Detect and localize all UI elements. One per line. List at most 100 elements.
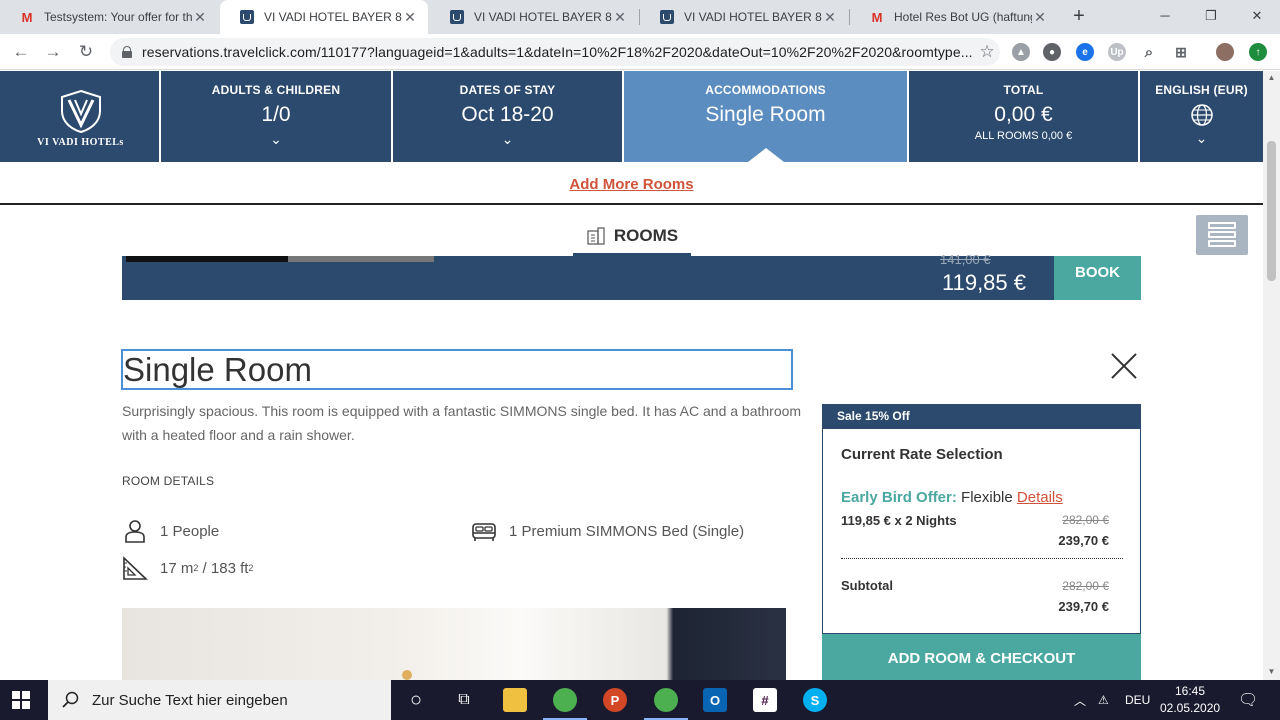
browser-toolbar: ← → ↻ reservations.travelclick.com/11017… bbox=[0, 34, 1280, 70]
network-icon[interactable]: ⚠ bbox=[1098, 680, 1109, 720]
hotel-favicon-icon bbox=[450, 10, 464, 24]
browser-tab[interactable]: M Hotel Res Bot UG (haftungs ✕ bbox=[850, 0, 1058, 34]
close-icon[interactable] bbox=[1110, 352, 1138, 380]
extension-icon[interactable]: Up bbox=[1108, 43, 1126, 61]
slack-icon[interactable]: # bbox=[753, 688, 777, 712]
page-scrollbar[interactable]: ▲ ▼ bbox=[1263, 71, 1280, 680]
logo-text: VI VADI HOTELs bbox=[37, 137, 124, 148]
start-pane bbox=[12, 701, 20, 709]
restore-button[interactable]: ❐ bbox=[1188, 4, 1234, 28]
start-pane bbox=[12, 691, 20, 699]
close-icon[interactable]: ✕ bbox=[822, 9, 838, 26]
outlook-icon[interactable]: O bbox=[703, 688, 727, 712]
people-label: People bbox=[172, 522, 220, 540]
people-count: 1 bbox=[160, 522, 169, 540]
forward-button[interactable]: → bbox=[42, 41, 64, 63]
people-feature: 1 People bbox=[122, 518, 219, 544]
shield-logo-icon bbox=[61, 89, 101, 133]
subtotal-new-price: 239,70 € bbox=[1058, 599, 1109, 614]
browser-tab[interactable]: VI VADI HOTEL BAYER 89 ✕ bbox=[640, 0, 848, 34]
list-view-bar bbox=[1208, 222, 1236, 229]
rooms-tab-label: ROOMS bbox=[613, 226, 679, 245]
person-icon bbox=[125, 520, 145, 543]
address-bar[interactable]: reservations.travelclick.com/110177?lang… bbox=[110, 38, 1000, 66]
update-icon[interactable]: ↑ bbox=[1249, 43, 1267, 61]
task-view-icon[interactable]: ⧉ bbox=[452, 688, 476, 712]
drive-extension-icon[interactable]: ▲ bbox=[1012, 43, 1030, 61]
browser-tab-strip: M Testsystem: Your offer for th ✕ VI VAD… bbox=[0, 0, 1280, 34]
offer-details-link[interactable]: Details bbox=[1017, 489, 1063, 506]
gmail-icon: M bbox=[871, 9, 883, 25]
close-icon[interactable]: ✕ bbox=[1032, 9, 1048, 26]
tab-title: VI VADI HOTEL BAYER 89 bbox=[684, 10, 822, 24]
close-icon[interactable]: ✕ bbox=[402, 9, 418, 26]
browser-tab-active[interactable]: VI VADI HOTEL BAYER 89 ✕ bbox=[220, 0, 428, 34]
accommodations-selector[interactable]: ACCOMMODATIONS Single Room bbox=[624, 71, 909, 162]
add-more-rooms-bar: Add More Rooms bbox=[0, 162, 1263, 205]
search-icon[interactable]: ⌕ bbox=[1140, 43, 1158, 61]
language-selector[interactable]: ENGLISH (EUR) ⌄ bbox=[1140, 71, 1263, 162]
line-new-price: 239,70 € bbox=[1058, 533, 1109, 548]
list-view-bar bbox=[1208, 240, 1236, 247]
reload-button[interactable]: ↻ bbox=[75, 41, 97, 63]
hotel-logo[interactable]: VI VADI HOTELs bbox=[0, 71, 161, 162]
taskbar-search-input[interactable]: Zur Suche Text hier eingeben bbox=[48, 680, 391, 720]
ruler-triangle-icon bbox=[123, 556, 148, 580]
profile-avatar[interactable] bbox=[1216, 43, 1234, 61]
skype-icon[interactable]: S bbox=[803, 688, 827, 712]
close-icon[interactable]: ✕ bbox=[192, 9, 208, 26]
back-button[interactable]: ← bbox=[10, 41, 32, 63]
dates-selector[interactable]: DATES OF STAY Oct 18-20 ⌄ bbox=[393, 71, 624, 162]
notification-center-icon[interactable]: 🗨 bbox=[1238, 680, 1258, 720]
bed-feature: 1 Premium SIMMONS Bed (Single) bbox=[471, 518, 744, 544]
windows-start-icon[interactable] bbox=[12, 691, 30, 709]
clock-time: 16:45 bbox=[1174, 684, 1206, 698]
powerpoint-icon[interactable]: P bbox=[603, 688, 627, 712]
start-pane bbox=[22, 691, 30, 699]
close-icon[interactable]: ✕ bbox=[612, 9, 628, 26]
sale-badge: Sale 15% Off bbox=[822, 404, 1141, 429]
add-room-checkout-button[interactable]: ADD ROOM & CHECKOUT bbox=[822, 634, 1141, 680]
scroll-up-arrow-icon[interactable]: ▲ bbox=[1263, 73, 1280, 85]
chrome-icon[interactable] bbox=[644, 688, 688, 720]
browser-tab[interactable]: VI VADI HOTEL BAYER 89 ✕ bbox=[430, 0, 638, 34]
new-tab-button[interactable]: + bbox=[1068, 6, 1090, 28]
book-button[interactable]: BOOK bbox=[1054, 256, 1141, 300]
rooms-section-header: ROOMS bbox=[0, 207, 1263, 257]
tab-title: Hotel Res Bot UG (haftungs bbox=[894, 10, 1032, 24]
bookmark-star-icon[interactable]: ☆ bbox=[974, 42, 1000, 62]
room-description: Surprisingly spacious. This room is equi… bbox=[122, 403, 802, 443]
start-pane bbox=[22, 701, 30, 709]
size-ft: / 183 ft bbox=[202, 559, 249, 577]
lock-icon bbox=[122, 46, 132, 58]
extension-icon[interactable]: e bbox=[1076, 43, 1094, 61]
tray-chevron-icon[interactable]: ︿ bbox=[1074, 680, 1086, 720]
total-summary[interactable]: TOTAL 0,00 € ALL ROOMS 0,00 € bbox=[909, 71, 1140, 162]
offer-line: Early Bird Offer: Flexible Details bbox=[841, 489, 1063, 506]
list-view-toggle-button[interactable] bbox=[1196, 215, 1248, 255]
input-language[interactable]: DEU bbox=[1125, 680, 1150, 720]
file-explorer-icon[interactable] bbox=[503, 688, 527, 712]
cortana-icon[interactable]: ○ bbox=[404, 688, 428, 712]
extension-icon[interactable]: ● bbox=[1043, 43, 1061, 61]
nightly-rate-line: 119,85 € x 2 Nights bbox=[841, 513, 957, 528]
scrollbar-thumb[interactable] bbox=[1267, 141, 1276, 281]
room-old-price: 141,00 € bbox=[940, 252, 991, 267]
guests-selector[interactable]: ADULTS & CHILDREN 1/0 ⌄ bbox=[161, 71, 393, 162]
size-exponent: 2 bbox=[193, 563, 199, 573]
search-icon bbox=[62, 691, 79, 708]
extensions-puzzle-icon[interactable]: ⊞ bbox=[1172, 43, 1190, 61]
offer-name: Early Bird Offer: bbox=[841, 489, 957, 506]
taskbar-clock[interactable]: 16:45 02.05.2020 bbox=[1160, 683, 1220, 717]
browser-tab[interactable]: M Testsystem: Your offer for th ✕ bbox=[0, 0, 218, 34]
room-details-heading: ROOM DETAILS bbox=[122, 474, 215, 488]
guests-value: 1/0 bbox=[261, 103, 291, 126]
chrome-icon[interactable] bbox=[543, 688, 587, 720]
search-placeholder: Zur Suche Text hier eingeben bbox=[92, 691, 288, 709]
minimize-button[interactable]: ─ bbox=[1142, 4, 1188, 28]
room-photo[interactable] bbox=[122, 608, 786, 680]
add-more-rooms-link[interactable]: Add More Rooms bbox=[569, 176, 693, 193]
scroll-down-arrow-icon[interactable]: ▼ bbox=[1263, 667, 1280, 679]
close-window-button[interactable]: ✕ bbox=[1234, 4, 1280, 28]
rooms-tab[interactable]: ROOMS bbox=[573, 219, 691, 257]
